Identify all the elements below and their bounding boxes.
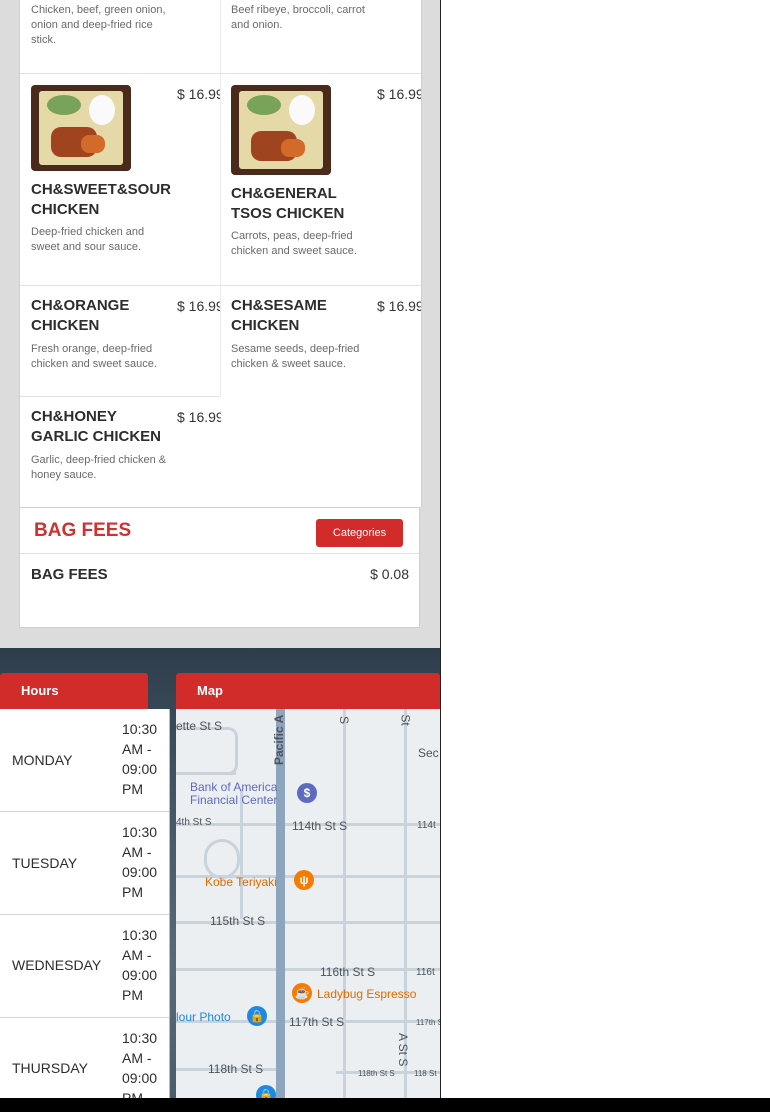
street-label: A St S [396,1033,410,1067]
coffee-cup-icon[interactable]: ☕ [292,983,312,1003]
map-embed[interactable]: ette St S Pacific A S St Sec Bank of Ame… [176,709,440,1098]
street-label: 116t [416,967,435,978]
street-label: S [337,715,352,725]
place-label: Ladybug Espresso [317,987,417,1001]
hours-table: MONDAY 10:30 AM - 09:00 PM TUESDAY 10:30… [0,709,170,1098]
bag-fees-section: BAG FEES Categories BAG FEES $ 0.08 [19,507,420,628]
item-name: CH&SWEET&SOUR CHICKEN [31,181,172,218]
item-price: $ 16.99 [177,298,221,314]
day-label: WEDNESDAY [12,957,102,973]
time-range: 10:30 AM - 09:00 PM [122,824,158,900]
street-label: 115th St S [210,914,266,928]
street-label: 118 St [414,1069,437,1078]
menu-item[interactable]: $ 16.99 CH&ORANGE CHICKEN Fresh orange, … [20,286,221,396]
street-label: ette St S [176,719,223,733]
street-label: 117th St S [289,1015,345,1029]
time-range: 10:30 AM - 09:00 PM [122,721,158,797]
item-description: Chicken, beef, green onion, onion and de… [31,4,166,46]
street-label: St [398,714,413,726]
menu-item[interactable]: $ 16.99 CH&SESAME CHICKEN Sesame seeds, … [220,286,421,396]
bottom-bar [0,1098,770,1112]
menu-category-card: Chicken, beef, green onion, onion and de… [19,0,422,507]
street-label: 118th St S [358,1069,395,1078]
lock-bag-icon[interactable]: 🔒 [247,1006,267,1026]
page-viewport: Chicken, beef, green onion, onion and de… [0,0,440,1098]
fork-knife-icon[interactable]: ψ [294,870,314,890]
item-description: Fresh orange, deep-fried chicken and swe… [31,343,157,370]
street-label: 118th St S [208,1062,264,1076]
hours-row: THURSDAY 10:30 AM - 09:00 PM [0,1018,169,1098]
place-label: Sec [418,746,439,760]
time-range: 10:30 AM - 09:00 PM [122,927,158,1003]
place-label: lour Photo [176,1010,231,1024]
item-description: Garlic, deep-fried chicken & honey sauce… [31,454,167,481]
time-range: 10:30 AM - 09:00 PM [122,1030,158,1098]
street-label: 4th St S [176,817,212,828]
day-label: THURSDAY [12,1060,88,1076]
item-name: CH&HONEY GARLIC CHICKEN [31,408,161,445]
item-name: CH&GENERAL TSOS CHICKEN [231,185,345,222]
item-description: Carrots, peas, deep-fried chicken and sw… [231,230,357,257]
item-name: CH&ORANGE CHICKEN [31,297,130,334]
hours-row: MONDAY 10:30 AM - 09:00 PM [0,709,169,812]
item-description: Deep-fried chicken and sweet and sour sa… [31,226,145,253]
street-label: Pacific A [272,714,286,765]
lock-bag-icon[interactable]: 🔒 [256,1085,276,1098]
item-name: BAG FEES [31,566,108,583]
footer: Hours Map MONDAY 10:30 AM - 09:00 PM TUE… [0,648,440,1098]
place-label: Kobe Teriyaki [205,875,277,889]
street-label: 114th St S [292,819,348,833]
menu-item[interactable]: $ 16.99 CH&SWEET&SOUR CHICKEN Deep-fried… [20,74,221,285]
item-price: $ 16.99 [377,298,421,314]
tab-hours[interactable]: Hours [0,673,148,709]
item-description: Sesame seeds, deep-fried chicken & sweet… [231,343,360,370]
item-photo [231,85,331,175]
item-price: $ 0.08 [370,566,409,582]
place-label: Bank of America Financial Center [190,780,278,807]
street-label: 114t [417,820,436,831]
item-price: $ 16.99 [177,409,221,425]
item-name: CH&SESAME CHICKEN [231,297,327,334]
item-description: Beef ribeye, broccoli, carrot and onion. [231,4,365,31]
categories-button[interactable]: Categories [316,519,403,547]
item-photo [31,85,131,171]
item-price: $ 16.99 [177,86,221,102]
viewport-edge [440,0,441,1098]
item-price: $ 16.99 [377,86,421,102]
day-label: TUESDAY [12,855,78,871]
hours-row: WEDNESDAY 10:30 AM - 09:00 PM [0,915,169,1018]
tab-map[interactable]: Map [176,673,440,709]
section-title: BAG FEES [34,520,132,541]
street-label: 117th S [416,1018,440,1027]
menu-item[interactable]: $ 16.99 CH&GENERAL TSOS CHICKEN Carrots,… [220,74,421,285]
street-label: 116th St S [320,965,376,979]
hours-row: TUESDAY 10:30 AM - 09:00 PM [0,812,169,915]
day-label: MONDAY [12,752,73,768]
dollar-icon[interactable]: $ [297,783,317,803]
menu-item[interactable]: $ 16.99 CH&HONEY GARLIC CHICKEN Garlic, … [20,397,221,507]
